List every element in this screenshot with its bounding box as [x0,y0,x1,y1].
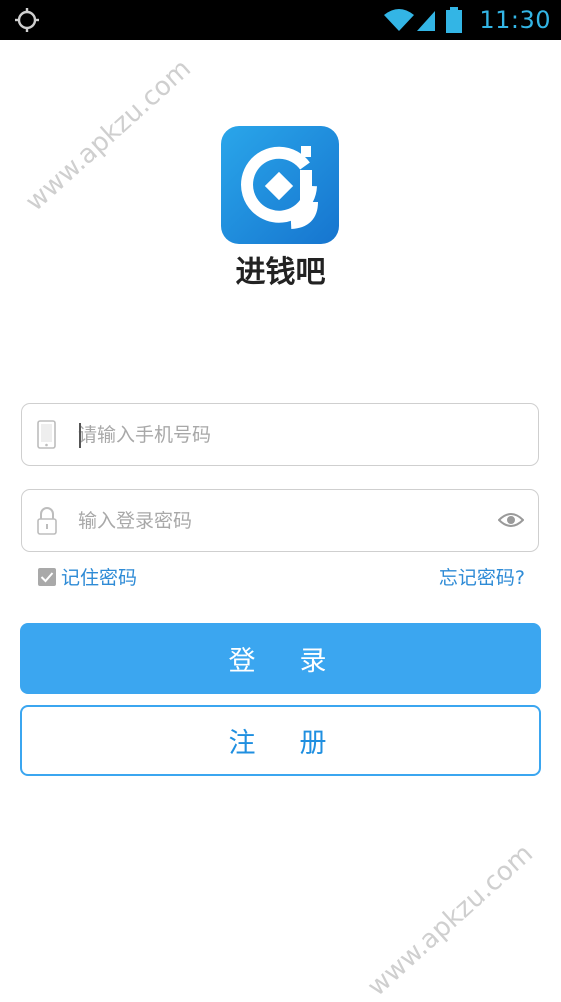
status-bar: 11:30 [0,0,561,40]
remember-password[interactable]: 记住密码 [38,563,137,590]
status-time: 11:30 [479,6,551,34]
watermark-bottom: www.apkzu.com [362,838,539,1002]
gps-crosshair-icon [15,8,39,32]
checkmark-icon [40,571,54,582]
app-name: 进钱吧 [235,255,326,290]
battery-icon [446,7,463,33]
status-icons: 11:30 [383,0,551,40]
app-logo-icon [221,126,339,244]
phone-icon [37,420,56,449]
watermark-top: www.apkzu.com [20,53,197,218]
wifi-icon [384,9,415,31]
phone-input[interactable] [78,416,478,454]
app-logo [221,126,339,244]
remember-checkbox[interactable] [38,567,56,586]
phone-field[interactable] [21,403,539,466]
register-button[interactable]: 注册 [20,705,541,776]
password-field[interactable] [21,489,539,552]
eye-icon[interactable] [498,510,524,530]
forgot-password-link[interactable]: 忘记密码? [439,563,525,590]
text-cursor [79,423,81,448]
login-button[interactable]: 登录 [20,623,541,694]
lock-icon [37,507,57,535]
password-input[interactable] [78,502,478,540]
remember-label[interactable]: 记住密码 [61,563,137,590]
signal-icon [417,11,436,31]
